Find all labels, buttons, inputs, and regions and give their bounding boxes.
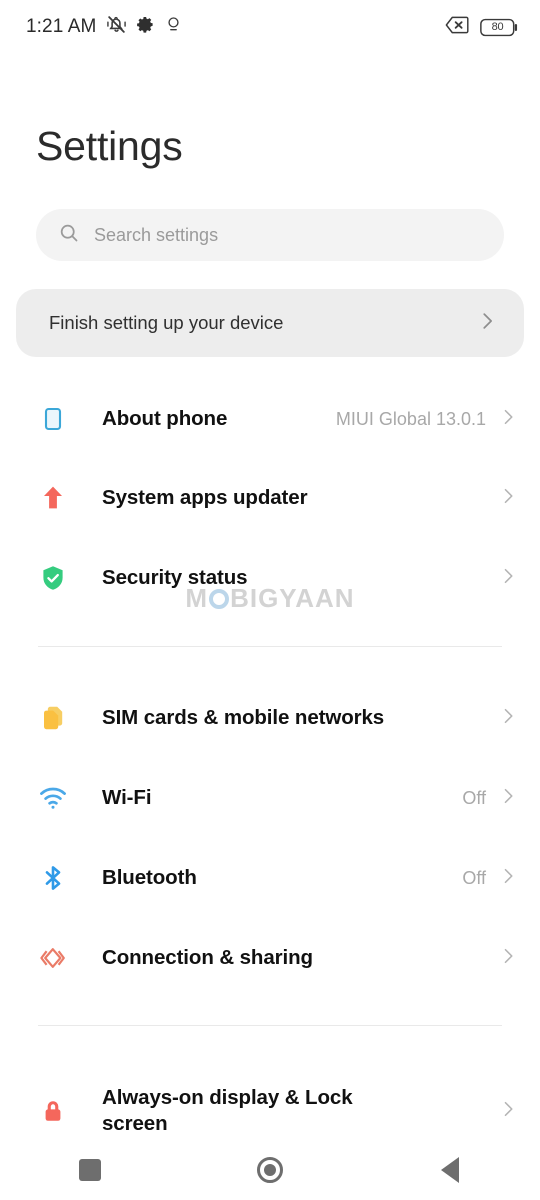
watermark: M BIGYAAN [0, 583, 540, 614]
group-divider [38, 1025, 502, 1026]
status-time: 1:21 AM [26, 16, 97, 37]
page-title: Settings [36, 123, 183, 169]
chevron-right-icon [498, 786, 518, 811]
connection-sharing-icon [38, 943, 76, 973]
lock-icon [38, 1096, 76, 1126]
chevron-right-icon [498, 486, 518, 511]
battery-level-text: 80 [491, 21, 504, 33]
battery-icon: 80 [480, 18, 518, 37]
list-item-label: About phone [102, 406, 228, 430]
watermark-prefix: M [185, 583, 209, 613]
navigation-bar [0, 1140, 540, 1200]
home-button[interactable] [230, 1140, 310, 1200]
chevron-right-icon [476, 310, 498, 337]
search-icon [58, 222, 80, 249]
status-bar: 1:21 AM 80 [0, 0, 540, 54]
no-sim-icon [445, 16, 469, 39]
list-item-value: Off [462, 867, 486, 888]
vibrate-mute-icon [106, 14, 127, 40]
wifi-icon [38, 783, 76, 813]
status-bar-left: 1:21 AM [26, 14, 183, 40]
bluetooth-icon [38, 863, 76, 893]
location-search-icon [164, 15, 183, 39]
recents-button[interactable] [50, 1140, 130, 1200]
list-item-label: SIM cards & mobile networks [102, 705, 385, 729]
list-item-label: Wi-Fi [102, 785, 152, 809]
back-button[interactable] [410, 1140, 490, 1200]
gear-icon [136, 15, 155, 39]
recents-square-icon [79, 1159, 101, 1181]
chevron-right-icon [498, 407, 518, 432]
search-bar[interactable] [36, 209, 504, 261]
home-circle-icon [257, 1157, 283, 1183]
list-item-value: Off [462, 787, 486, 808]
list-item-sim-cards[interactable]: SIM cards & mobile networks [0, 694, 540, 742]
list-item-label: Bluetooth [102, 865, 197, 889]
chevron-right-icon [498, 706, 518, 731]
status-bar-right: 80 [445, 16, 518, 39]
list-item-connection-sharing[interactable]: Connection & sharing [0, 934, 540, 982]
search-input[interactable] [94, 224, 474, 246]
group-divider [38, 646, 502, 647]
chevron-right-icon [498, 866, 518, 891]
list-item-always-on-display-lock-screen[interactable]: Always-on display & Lock screen [0, 1078, 540, 1144]
watermark-suffix: BIGYAAN [230, 583, 355, 613]
finish-setup-label: Finish setting up your device [49, 312, 284, 333]
list-item-label: Always-on display & Lock screen [102, 1085, 353, 1135]
settings-screen: 1:21 AM 80 Settings Search settings Fini… [0, 0, 540, 1200]
list-item-system-apps-updater[interactable]: System apps updater [0, 474, 540, 522]
chevron-right-icon [498, 946, 518, 971]
back-triangle-icon [441, 1157, 459, 1183]
list-item-wifi[interactable]: Wi-Fi Off [0, 774, 540, 822]
up-arrow-icon [38, 483, 76, 513]
list-item-value: MIUI Global 13.0.1 [335, 408, 486, 429]
finish-setup-banner[interactable]: Finish setting up your device [16, 289, 524, 357]
list-item-about-phone[interactable]: About phone MIUI Global 13.0.1 [0, 395, 540, 443]
watermark-ring-icon [209, 589, 230, 609]
chevron-right-icon [498, 1099, 518, 1124]
sim-cards-icon [38, 703, 76, 733]
phone-outline-icon [38, 404, 76, 434]
list-item-label: System apps updater [102, 485, 308, 509]
list-item-bluetooth[interactable]: Bluetooth Off [0, 854, 540, 902]
list-item-label: Connection & sharing [102, 945, 313, 969]
